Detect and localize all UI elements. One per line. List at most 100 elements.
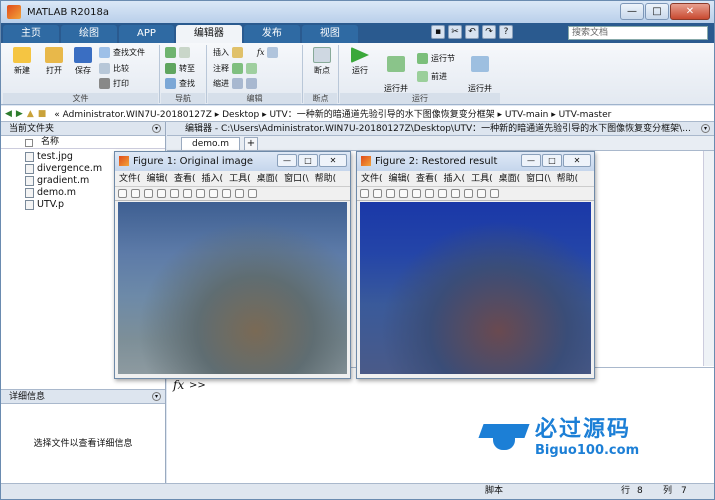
tab-view[interactable]: 视图: [301, 25, 358, 43]
menu-file[interactable]: 文件(: [361, 174, 383, 184]
pane-menu-icon[interactable]: ▾: [152, 124, 161, 133]
run-play-icon: [351, 47, 369, 63]
undo-quick-icon[interactable]: ↶: [465, 25, 479, 39]
menu-desktop[interactable]: 桌面(: [257, 174, 279, 184]
figure-maximize-button[interactable]: □: [298, 154, 318, 167]
fx-icon[interactable]: fx: [173, 378, 184, 392]
fx-button[interactable]: fx: [257, 47, 279, 58]
menu-tools[interactable]: 工具(: [229, 174, 251, 184]
figure-1-toolbar: [115, 187, 350, 201]
menu-file[interactable]: 文件(: [119, 174, 141, 184]
run-button[interactable]: 运行: [345, 47, 375, 76]
image-file-icon: [25, 152, 34, 162]
print-button[interactable]: 打印: [99, 78, 129, 89]
menu-window[interactable]: 窗口(\: [526, 174, 551, 184]
save-quick-icon[interactable]: ▪: [431, 25, 445, 39]
pointer-icon[interactable]: [170, 189, 179, 198]
goto-button[interactable]: 转至: [165, 63, 195, 74]
menu-help[interactable]: 帮助(: [557, 174, 579, 184]
zoom-out-icon[interactable]: [438, 189, 447, 198]
advance-label: 前进: [431, 72, 447, 81]
pan-icon[interactable]: [209, 189, 218, 198]
details-menu-icon[interactable]: ▾: [152, 392, 161, 401]
compare-button[interactable]: 比较: [99, 63, 129, 74]
print-icon[interactable]: [157, 189, 166, 198]
tab-apps[interactable]: APP: [119, 25, 174, 43]
current-folder-path[interactable]: « Administrator.WIN7U-20180127Z ▸ Deskto…: [54, 107, 611, 120]
zoom-in-icon[interactable]: [183, 189, 192, 198]
data-cursor-icon[interactable]: [477, 189, 486, 198]
forward-icon[interactable]: ▶: [16, 109, 23, 119]
figure-close-button[interactable]: ✕: [319, 154, 347, 167]
browse-folder-icon[interactable]: ■: [38, 109, 47, 119]
zoom-in-icon[interactable]: [425, 189, 434, 198]
new-tab-button[interactable]: +: [244, 137, 258, 150]
find-label: 查找: [179, 79, 195, 88]
indent-button[interactable]: 缩进: [213, 78, 257, 89]
brush-icon[interactable]: [248, 189, 257, 198]
open-label: 打开: [46, 66, 62, 75]
menu-insert[interactable]: 插入(: [444, 174, 466, 184]
new-figure-icon[interactable]: [118, 189, 127, 198]
menu-desktop[interactable]: 桌面(: [499, 174, 521, 184]
figure-maximize-button[interactable]: □: [542, 154, 562, 167]
insert-button[interactable]: 插入: [213, 47, 243, 58]
close-button[interactable]: ✕: [670, 3, 710, 20]
open-icon[interactable]: [373, 189, 382, 198]
m-file-icon: [25, 176, 34, 186]
name-column-header[interactable]: 名称: [1, 136, 165, 149]
save-icon[interactable]: [144, 189, 153, 198]
find-button[interactable]: 查找: [165, 78, 195, 89]
brush-icon[interactable]: [490, 189, 499, 198]
data-cursor-icon[interactable]: [235, 189, 244, 198]
minimize-button[interactable]: —: [620, 3, 644, 20]
figure-close-button[interactable]: ✕: [563, 154, 591, 167]
tab-editor[interactable]: 编辑器: [175, 25, 242, 43]
tab-plots[interactable]: 绘图: [61, 25, 117, 43]
help-quick-icon[interactable]: ?: [499, 25, 513, 39]
rotate-icon[interactable]: [464, 189, 473, 198]
breakpoints-button[interactable]: 断点: [308, 47, 336, 76]
watermark-cn: 必过源码: [535, 417, 632, 442]
menu-help[interactable]: 帮助(: [315, 174, 337, 184]
back-icon[interactable]: ◀: [5, 109, 12, 119]
run-section-button[interactable]: 运行节: [417, 53, 455, 64]
uncomment-icon: [246, 63, 257, 74]
save-button[interactable]: 保存: [69, 47, 97, 76]
search-docs-input[interactable]: 搜索文档: [568, 26, 708, 40]
m-file-icon: [25, 188, 34, 198]
editor-menu-icon[interactable]: ▾: [701, 124, 710, 133]
menu-edit[interactable]: 编辑(: [147, 174, 169, 184]
pointer-icon[interactable]: [412, 189, 421, 198]
up-folder-icon[interactable]: ▲: [27, 109, 34, 119]
back-forward-button[interactable]: [165, 47, 190, 58]
figure-minimize-button[interactable]: —: [277, 154, 297, 167]
menu-window[interactable]: 窗口(\: [284, 174, 309, 184]
open-button[interactable]: 打开: [39, 47, 69, 76]
rotate-icon[interactable]: [222, 189, 231, 198]
menu-view[interactable]: 查看(: [416, 174, 438, 184]
tab-home[interactable]: 主页: [3, 25, 59, 43]
save-icon[interactable]: [386, 189, 395, 198]
menu-insert[interactable]: 插入(: [202, 174, 224, 184]
menu-edit[interactable]: 编辑(: [389, 174, 411, 184]
editor-scrollbar[interactable]: [703, 151, 714, 366]
zoom-out-icon[interactable]: [196, 189, 205, 198]
pan-icon[interactable]: [451, 189, 460, 198]
advance-button[interactable]: 前进: [417, 71, 447, 82]
figure-minimize-button[interactable]: —: [521, 154, 541, 167]
new-figure-icon[interactable]: [360, 189, 369, 198]
open-icon[interactable]: [131, 189, 140, 198]
menu-view[interactable]: 查看(: [174, 174, 196, 184]
menu-tools[interactable]: 工具(: [471, 174, 493, 184]
maximize-button[interactable]: □: [645, 3, 669, 20]
redo-quick-icon[interactable]: ↷: [482, 25, 496, 39]
cut-quick-icon[interactable]: ✂: [448, 25, 462, 39]
new-button[interactable]: 新建: [7, 47, 37, 76]
tab-publish[interactable]: 发布: [243, 25, 300, 43]
print-icon[interactable]: [399, 189, 408, 198]
run-time-icon: [471, 56, 489, 72]
tab-demo-m[interactable]: demo.m: [181, 137, 240, 150]
comment-button[interactable]: 注释: [213, 63, 257, 74]
find-files-button[interactable]: 查找文件: [99, 47, 145, 58]
